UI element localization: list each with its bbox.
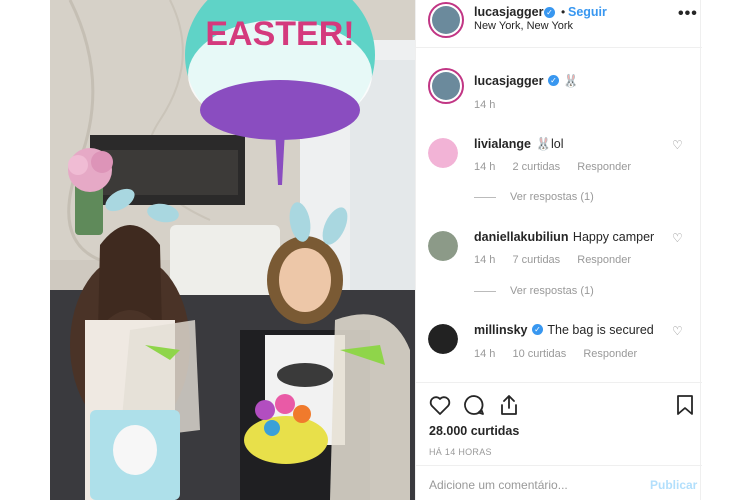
verified-icon: ✓ [531,324,543,336]
comment-username[interactable]: daniellakubiliun [474,230,568,244]
comment-like-icon[interactable]: ♡ [672,231,683,245]
view-replies-button[interactable]: Ver respostas (1) [474,285,594,297]
comment-item: daniellakubiliun Happy camper ♡ 14 h 7 c… [416,228,702,298]
post-time[interactable]: HÁ 14 HORAS [429,447,492,457]
post-photo[interactable]: EASTER! [50,0,415,500]
comment-likes[interactable]: 2 curtidas [512,161,560,173]
comment-likes[interactable]: 7 curtidas [512,254,560,266]
heart-icon[interactable] [428,393,452,417]
verified-icon: ✓ [547,75,559,87]
share-icon[interactable] [497,393,521,417]
follow-button[interactable]: Seguir [568,5,607,19]
author-avatar[interactable] [428,2,464,38]
post-header: lucasjagger ✓ • Seguir New York, New Yor… [416,0,702,48]
post-modal: EASTER! lucasjagger ✓ • Seguir New York,… [0,0,750,500]
comment-composer: Adicione um comentário... Publicar [416,465,702,501]
comment-username[interactable]: millinsky [474,323,528,337]
comment-text: The bag is secured [547,323,654,337]
comment-text: 🐰lol [535,137,564,151]
commenter-avatar[interactable] [428,324,458,354]
replies-divider [474,196,496,198]
comment-time[interactable]: 14 h [474,348,495,360]
comment-time[interactable]: 14 h [474,161,495,173]
caption-username[interactable]: lucasjagger [474,74,543,88]
view-replies-button[interactable]: Ver respostas (1) [474,191,594,203]
comment-input[interactable]: Adicione um comentário... [429,478,568,492]
post-photo-image: EASTER! [50,0,415,500]
separator-dot: • [561,5,566,19]
comment-icon[interactable] [462,393,486,417]
view-replies-label: Ver respostas (1) [510,191,594,203]
caption-text: 🐰 [563,74,579,88]
comment-like-icon[interactable]: ♡ [672,138,683,152]
bookmark-icon[interactable] [673,393,697,417]
commenter-avatar[interactable] [428,138,458,168]
post-location[interactable]: New York, New York [474,20,573,32]
verified-icon: ✓ [544,7,555,18]
more-icon[interactable]: ••• [678,5,698,23]
balloon-text: EASTER! [205,15,354,53]
commenter-avatar[interactable] [428,231,458,261]
replies-divider [474,290,496,292]
post-side-panel: lucasjagger ✓ • Seguir New York, New Yor… [415,0,702,500]
caption-time[interactable]: 14 h [474,99,495,111]
reply-button[interactable]: Responder [577,161,631,173]
author-username[interactable]: lucasjagger [474,5,543,19]
caption-avatar[interactable] [428,68,464,104]
comment-text: Happy camper [572,230,655,244]
view-replies-label: Ver respostas (1) [510,285,594,297]
comment-item: livialange 🐰lol ♡ 14 h 2 curtidas Respon… [416,135,702,205]
post-actions: 28.000 curtidas HÁ 14 HORAS Adicione um … [416,382,702,500]
reply-button[interactable]: Responder [577,254,631,266]
comment-time[interactable]: 14 h [474,254,495,266]
reply-button[interactable]: Responder [583,348,637,360]
comment-like-icon[interactable]: ♡ [672,324,683,338]
comment-username[interactable]: livialange [474,137,531,151]
comment-item: millinsky ✓ The bag is secured ♡ 14 h 10… [416,321,702,366]
post-caption: lucasjagger ✓ 🐰 14 h [416,68,702,118]
likes-count[interactable]: 28.000 curtidas [429,424,519,438]
comment-likes[interactable]: 10 curtidas [512,348,566,360]
publish-button[interactable]: Publicar [650,478,697,492]
